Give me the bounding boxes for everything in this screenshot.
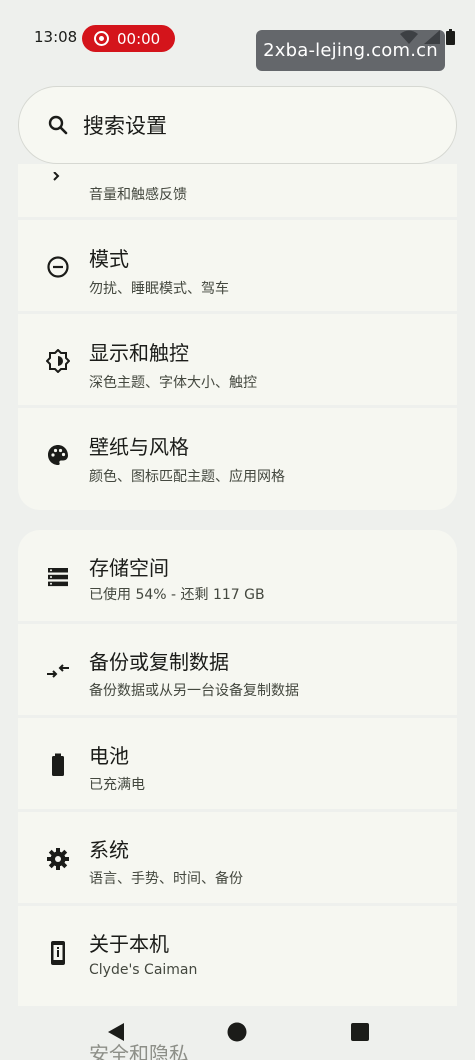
search-placeholder: 搜索设置 — [83, 114, 167, 138]
record-icon — [94, 31, 109, 46]
settings-item-subtitle: 语言、手势、时间、备份 — [89, 871, 243, 887]
search-icon — [48, 115, 68, 135]
transfer-icon — [46, 659, 70, 683]
settings-item-title: 系统 — [89, 838, 129, 862]
brightness-icon — [46, 349, 70, 373]
settings-item-title: 壁纸与风格 — [89, 435, 189, 459]
gear-icon — [46, 847, 70, 871]
settings-item-subtitle: 深色主题、字体大小、触控 — [89, 375, 257, 391]
settings-item-title: 模式 — [89, 247, 129, 271]
settings-item-display[interactable]: 显示和触控 深色主题、字体大小、触控 — [18, 314, 457, 408]
settings-item-backup[interactable]: 备份或复制数据 备份数据或从另一台设备复制数据 — [18, 624, 457, 718]
settings-item-subtitle: 备份数据或从另一台设备复制数据 — [89, 683, 299, 699]
volume-icon — [46, 166, 70, 190]
settings-item-about[interactable]: 关于本机 Clyde's Caiman — [18, 906, 457, 1006]
settings-item-title: 显示和触控 — [89, 341, 189, 365]
settings-group-2: 存储空间 已使用 54% - 还剩 117 GB 备份或复制数据 备份数据或从另… — [18, 530, 457, 1006]
phone-info-icon — [46, 941, 70, 965]
settings-item-subtitle: 颜色、图标匹配主题、应用网格 — [89, 469, 285, 485]
settings-item-wallpaper[interactable]: 壁纸与风格 颜色、图标匹配主题、应用网格 — [18, 408, 457, 502]
settings-item-subtitle: 勿扰、睡眠模式、驾车 — [89, 281, 229, 297]
battery-icon — [46, 753, 70, 777]
settings-item-title: 备份或复制数据 — [89, 650, 229, 674]
settings-item-modes[interactable]: 模式 勿扰、睡眠模式、驾车 — [18, 220, 457, 314]
settings-item-title: 存储空间 — [89, 556, 169, 580]
settings-item-sound[interactable]: 音量和触感反馈 — [18, 164, 457, 220]
clock: 13:08 — [34, 28, 78, 46]
screen-recording-chip[interactable]: 00:00 — [82, 25, 175, 52]
do-not-disturb-icon — [46, 255, 70, 279]
back-icon[interactable] — [106, 1022, 126, 1042]
watermark: 2xba-lejing.com.cn — [256, 30, 445, 71]
settings-item-subtitle: Clyde's Caiman — [89, 962, 198, 978]
settings-item-system[interactable]: 系统 语言、手势、时间、备份 — [18, 812, 457, 906]
settings-item-subtitle: 已充满电 — [89, 777, 145, 793]
home-icon[interactable] — [227, 1022, 247, 1042]
settings-item-subtitle: 已使用 54% - 还剩 117 GB — [89, 587, 265, 603]
settings-item-security-peek[interactable]: 安全和隐私 — [89, 1038, 189, 1060]
palette-icon — [46, 443, 70, 467]
settings-item-subtitle: 音量和触感反馈 — [89, 187, 187, 203]
search-bar[interactable]: 搜索设置 — [18, 86, 457, 164]
battery-status-icon — [446, 29, 455, 45]
settings-item-battery[interactable]: 电池 已充满电 — [18, 718, 457, 812]
settings-item-title: 关于本机 — [89, 932, 169, 956]
storage-icon — [46, 565, 70, 589]
settings-group-1: 音量和触感反馈 模式 勿扰、睡眠模式、驾车 显示和触控 深色主题、字体大小、触控… — [18, 164, 457, 510]
settings-item-title: 电池 — [89, 744, 129, 768]
settings-item-storage[interactable]: 存储空间 已使用 54% - 还剩 117 GB — [18, 530, 457, 624]
recents-icon[interactable] — [350, 1022, 370, 1042]
recording-timer: 00:00 — [117, 29, 161, 48]
